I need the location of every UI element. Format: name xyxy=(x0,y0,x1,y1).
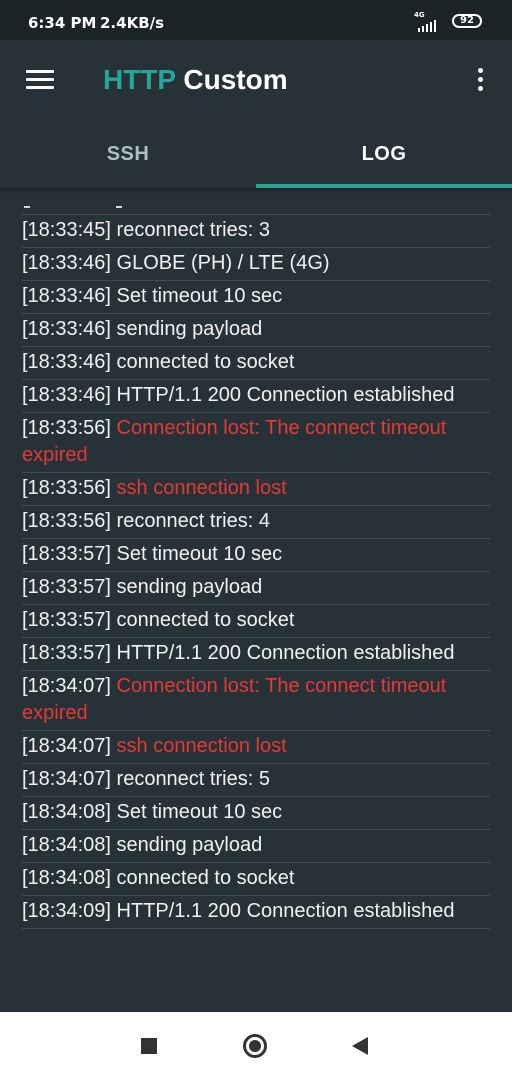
log-entry: [18:33:46] Set timeout 10 sec xyxy=(22,281,490,314)
log-message: HTTP/1.1 200 Connection established xyxy=(116,900,455,922)
log-entry: [18:33:46] GLOBE (PH) / LTE (4G) xyxy=(22,248,490,281)
log-entry: [18:34:07] Connection lost: The connect … xyxy=(22,671,490,731)
log-message: connected to socket xyxy=(116,351,295,373)
square-recents-icon[interactable] xyxy=(141,1038,157,1054)
screen: 6:34 PM 2.4KB/s 4G 92 HTTP Custom SSH LO… xyxy=(0,0,512,1080)
triangle-back-icon[interactable] xyxy=(352,1037,368,1055)
navigation-bar xyxy=(0,1012,512,1080)
log-timestamp: [18:33:46] xyxy=(22,351,111,373)
log-entry: [18:33:46] HTTP/1.1 200 Connection estab… xyxy=(22,380,490,413)
log-message: Set timeout 10 sec xyxy=(116,285,283,307)
log-timestamp: [18:34:08] xyxy=(22,867,111,889)
log-timestamp: [18:33:46] xyxy=(22,285,111,307)
app-title-custom: Custom xyxy=(183,64,288,95)
network-type-label: 4G xyxy=(414,11,425,19)
signal-bar xyxy=(426,24,428,32)
signal-bar xyxy=(422,26,424,32)
log-timestamp: [18:33:46] xyxy=(22,318,111,340)
battery-icon: 92 xyxy=(452,14,482,28)
log-entry: [18:34:09] HTTP/1.1 200 Connection estab… xyxy=(22,896,490,929)
status-network-speed: 2.4KB/s xyxy=(100,14,165,32)
log-timestamp: [18:33:46] xyxy=(22,252,111,274)
log-timestamp: [18:33:56] xyxy=(22,417,111,439)
log-entry: [18:34:07] ssh connection lost xyxy=(22,731,490,764)
log-entry: [18:33:57] HTTP/1.1 200 Connection estab… xyxy=(22,638,490,671)
log-entry: [18:33:56] ssh connection lost xyxy=(22,473,490,506)
tab-bar: SSH LOG xyxy=(0,120,512,188)
log-message: reconnect tries: 4 xyxy=(116,510,270,532)
signal-bar xyxy=(430,22,432,32)
status-bar: 6:34 PM 2.4KB/s 4G 92 xyxy=(0,0,512,40)
log-timestamp: [18:33:57] xyxy=(22,576,111,598)
log-timestamp: [18:33:56] xyxy=(22,510,111,532)
tab-ssh[interactable]: SSH xyxy=(0,120,256,188)
log-message: HTTP/1.1 200 Connection established xyxy=(116,642,455,664)
log-message: sending payload xyxy=(116,834,263,856)
signal-bar xyxy=(418,28,420,32)
more-vertical-icon[interactable] xyxy=(470,66,490,94)
log-timestamp: [18:33:57] xyxy=(22,609,111,631)
log-message: sending payload xyxy=(116,318,263,340)
log-timestamp: [18:34:07] xyxy=(22,735,111,757)
log-entry: [18:33:56] Connection lost: The connect … xyxy=(22,413,490,473)
log-timestamp: [18:34:07] xyxy=(22,675,111,697)
log-message: sending payload xyxy=(116,576,263,598)
log-timestamp: [18:33:57] xyxy=(22,543,111,565)
log-error-message: ssh connection lost xyxy=(116,735,287,757)
log-entry-partial xyxy=(22,206,490,215)
log-timestamp: [18:33:45] xyxy=(22,219,111,241)
signal-bars xyxy=(418,19,436,32)
log-entry: [18:34:07] reconnect tries: 5 xyxy=(22,764,490,797)
log-message: connected to socket xyxy=(116,609,295,631)
log-entry: [18:33:57] connected to socket xyxy=(22,605,490,638)
log-timestamp: [18:33:57] xyxy=(22,642,111,664)
log-message: GLOBE (PH) / LTE (4G) xyxy=(116,252,330,274)
log-entry: [18:33:45] reconnect tries: 3 xyxy=(22,215,490,248)
log-list: [18:33:45] reconnect tries: 3 [18:33:46] … xyxy=(22,206,490,929)
app-title-http: HTTP xyxy=(103,64,176,95)
log-message: reconnect tries: 3 xyxy=(116,219,270,241)
log-entry: [18:33:57] Set timeout 10 sec xyxy=(22,539,490,572)
log-message: HTTP/1.1 200 Connection established xyxy=(116,384,455,406)
log-message: reconnect tries: 5 xyxy=(116,768,270,790)
log-entry: [18:33:56] reconnect tries: 4 xyxy=(22,506,490,539)
log-entry: [18:34:08] Set timeout 10 sec xyxy=(22,797,490,830)
log-error-message: ssh connection lost xyxy=(116,477,287,499)
log-entry: [18:34:08] connected to socket xyxy=(22,863,490,896)
log-timestamp: [18:33:56] xyxy=(22,477,111,499)
signal-icon: 4G xyxy=(414,11,446,33)
circle-home-icon[interactable] xyxy=(243,1034,267,1058)
tab-bar-shadow xyxy=(0,188,512,194)
log-timestamp: [18:34:09] xyxy=(22,900,111,922)
log-entry: [18:33:46] connected to socket xyxy=(22,347,490,380)
log-view[interactable]: [18:33:45] reconnect tries: 3 [18:33:46] … xyxy=(0,190,512,1010)
signal-bar xyxy=(434,20,436,32)
log-entry: [18:33:46] sending payload xyxy=(22,314,490,347)
status-time: 6:34 PM xyxy=(28,14,97,32)
log-timestamp: [18:34:08] xyxy=(22,801,111,823)
tab-log[interactable]: LOG xyxy=(256,120,512,188)
log-timestamp: [18:34:07] xyxy=(22,768,111,790)
app-bar: HTTP Custom xyxy=(0,40,512,120)
log-message: connected to socket xyxy=(116,867,295,889)
log-message: Set timeout 10 sec xyxy=(116,801,283,823)
battery-level: 92 xyxy=(460,15,474,26)
log-message: Set timeout 10 sec xyxy=(116,543,283,565)
log-timestamp: [18:33:46] xyxy=(22,384,111,406)
log-entry: [18:34:08] sending payload xyxy=(22,830,490,863)
hamburger-menu-icon[interactable] xyxy=(26,70,54,90)
app-title: HTTP Custom xyxy=(103,64,288,96)
log-timestamp: [18:34:08] xyxy=(22,834,111,856)
log-entry: [18:33:57] sending payload xyxy=(22,572,490,605)
